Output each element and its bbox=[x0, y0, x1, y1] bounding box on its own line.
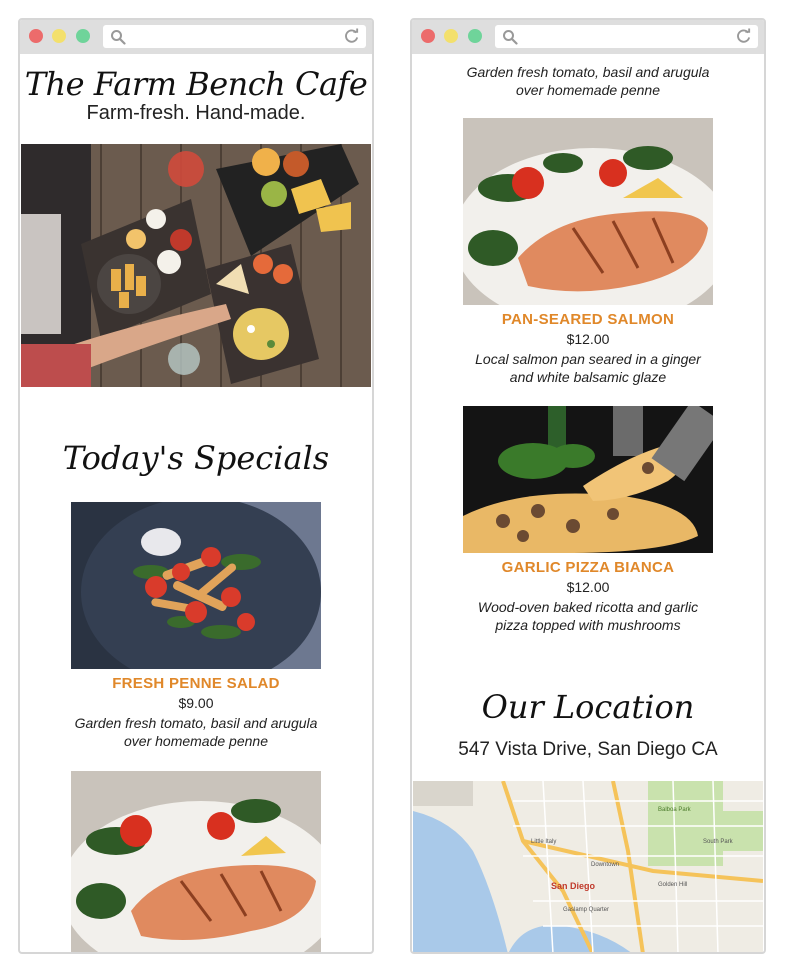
menu-item-penne: FRESH PENNE SALAD $9.00 Garden fresh tom… bbox=[20, 675, 372, 750]
item-description: Garden fresh tomato, basil and arugula o… bbox=[466, 64, 710, 98]
salmon-image bbox=[463, 118, 713, 305]
page-viewport: Garden fresh tomato, basil and arugula o… bbox=[412, 54, 764, 952]
item-description: Local salmon pan seared in a ginger and … bbox=[475, 351, 701, 385]
map-label-downtown: Downtown bbox=[591, 862, 619, 868]
cafe-title: The Farm Bench Cafe bbox=[24, 65, 368, 103]
reload-icon[interactable] bbox=[735, 28, 752, 45]
maximize-window-button[interactable] bbox=[468, 29, 482, 43]
pizza-image bbox=[463, 406, 713, 553]
browser-toolbar bbox=[20, 20, 372, 54]
item-price: $12.00 bbox=[566, 579, 610, 595]
location-map[interactable]: San Diego Little Italy Gaslamp Quarter S… bbox=[413, 781, 763, 952]
hero-image bbox=[21, 144, 371, 387]
reload-icon[interactable] bbox=[343, 28, 360, 45]
map-label-little-italy: Little Italy bbox=[531, 839, 556, 845]
close-window-button[interactable] bbox=[29, 29, 43, 43]
menu-item-pizza: GARLIC PIZZA BIANCA $12.00 Wood-oven bak… bbox=[412, 559, 764, 634]
specials-title: Today's Specials bbox=[62, 439, 330, 477]
location-address: 547 Vista Drive, San Diego CA bbox=[458, 739, 718, 760]
map-label-gaslamp: Gaslamp Quarter bbox=[563, 907, 609, 913]
browser-window-right: Garden fresh tomato, basil and arugula o… bbox=[410, 18, 766, 954]
address-bar[interactable] bbox=[103, 25, 366, 48]
item-name: PAN-SEARED SALMON bbox=[501, 311, 675, 328]
location-title: Our Location bbox=[481, 688, 695, 726]
browser-window-left: The Farm Bench Cafe Farm-fresh. Hand-mad… bbox=[18, 18, 374, 954]
item-description: Wood-oven baked ricotta and garlic pizza… bbox=[477, 599, 699, 633]
map-label-balboa-park: Balboa Park bbox=[658, 807, 692, 813]
address-bar[interactable] bbox=[495, 25, 758, 48]
minimize-window-button[interactable] bbox=[52, 29, 66, 43]
close-window-button[interactable] bbox=[421, 29, 435, 43]
search-icon bbox=[503, 30, 518, 45]
item-description: Garden fresh tomato, basil and arugula o… bbox=[74, 715, 318, 749]
map-label-golden-hill: Golden Hill bbox=[658, 882, 687, 888]
browser-toolbar bbox=[412, 20, 764, 54]
map-label-san-diego: San Diego bbox=[551, 881, 596, 891]
map-label-south-park: South Park bbox=[703, 839, 734, 845]
salmon-image-left bbox=[71, 771, 321, 952]
item-name: GARLIC PIZZA BIANCA bbox=[501, 559, 675, 576]
penne-salad-image bbox=[71, 502, 321, 669]
item-price: $12.00 bbox=[566, 331, 610, 347]
item-name: FRESH PENNE SALAD bbox=[112, 675, 280, 692]
maximize-window-button[interactable] bbox=[76, 29, 90, 43]
page-viewport: The Farm Bench Cafe Farm-fresh. Hand-mad… bbox=[20, 54, 372, 952]
menu-item-salmon: PAN-SEARED SALMON $12.00 Local salmon pa… bbox=[412, 311, 764, 386]
search-icon bbox=[111, 30, 126, 45]
minimize-window-button[interactable] bbox=[444, 29, 458, 43]
item-price: $9.00 bbox=[178, 695, 214, 711]
